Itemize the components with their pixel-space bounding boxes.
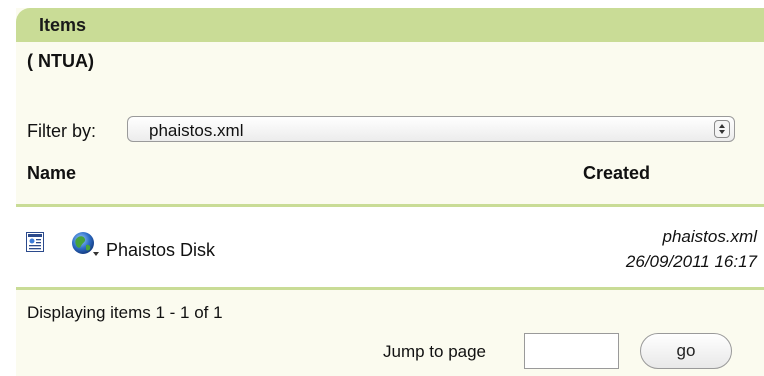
document-icon[interactable] <box>26 232 44 252</box>
select-arrows-icon <box>714 120 730 138</box>
item-title[interactable]: Phaistos Disk <box>106 240 215 261</box>
item-created-date: 26/09/2011 16:17 <box>625 252 757 271</box>
table-row[interactable]: Phaistos Disk phaistos.xml 26/09/2011 16… <box>16 204 764 290</box>
globe-icon[interactable] <box>71 231 101 257</box>
item-file: phaistos.xml <box>662 227 757 246</box>
panel-header: Items <box>16 8 764 42</box>
filter-selected-value: phaistos.xml <box>149 121 244 140</box>
filter-label: Filter by: <box>27 121 97 141</box>
organization-label: ( NTUA) <box>27 51 94 71</box>
jump-to-page-label: Jump to page <box>383 342 487 361</box>
panel-title: Items <box>39 15 87 35</box>
column-header-name[interactable]: Name <box>27 163 76 184</box>
filter-select[interactable]: phaistos.xml <box>127 116 735 142</box>
pagination-summary: Displaying items 1 - 1 of 1 <box>27 303 223 322</box>
go-button[interactable]: go <box>640 333 732 369</box>
items-panel: Items ( NTUA) Filter by: phaistos.xml Na… <box>16 8 764 376</box>
jump-to-page-input[interactable] <box>524 333 619 369</box>
column-header-created[interactable]: Created <box>583 163 650 184</box>
